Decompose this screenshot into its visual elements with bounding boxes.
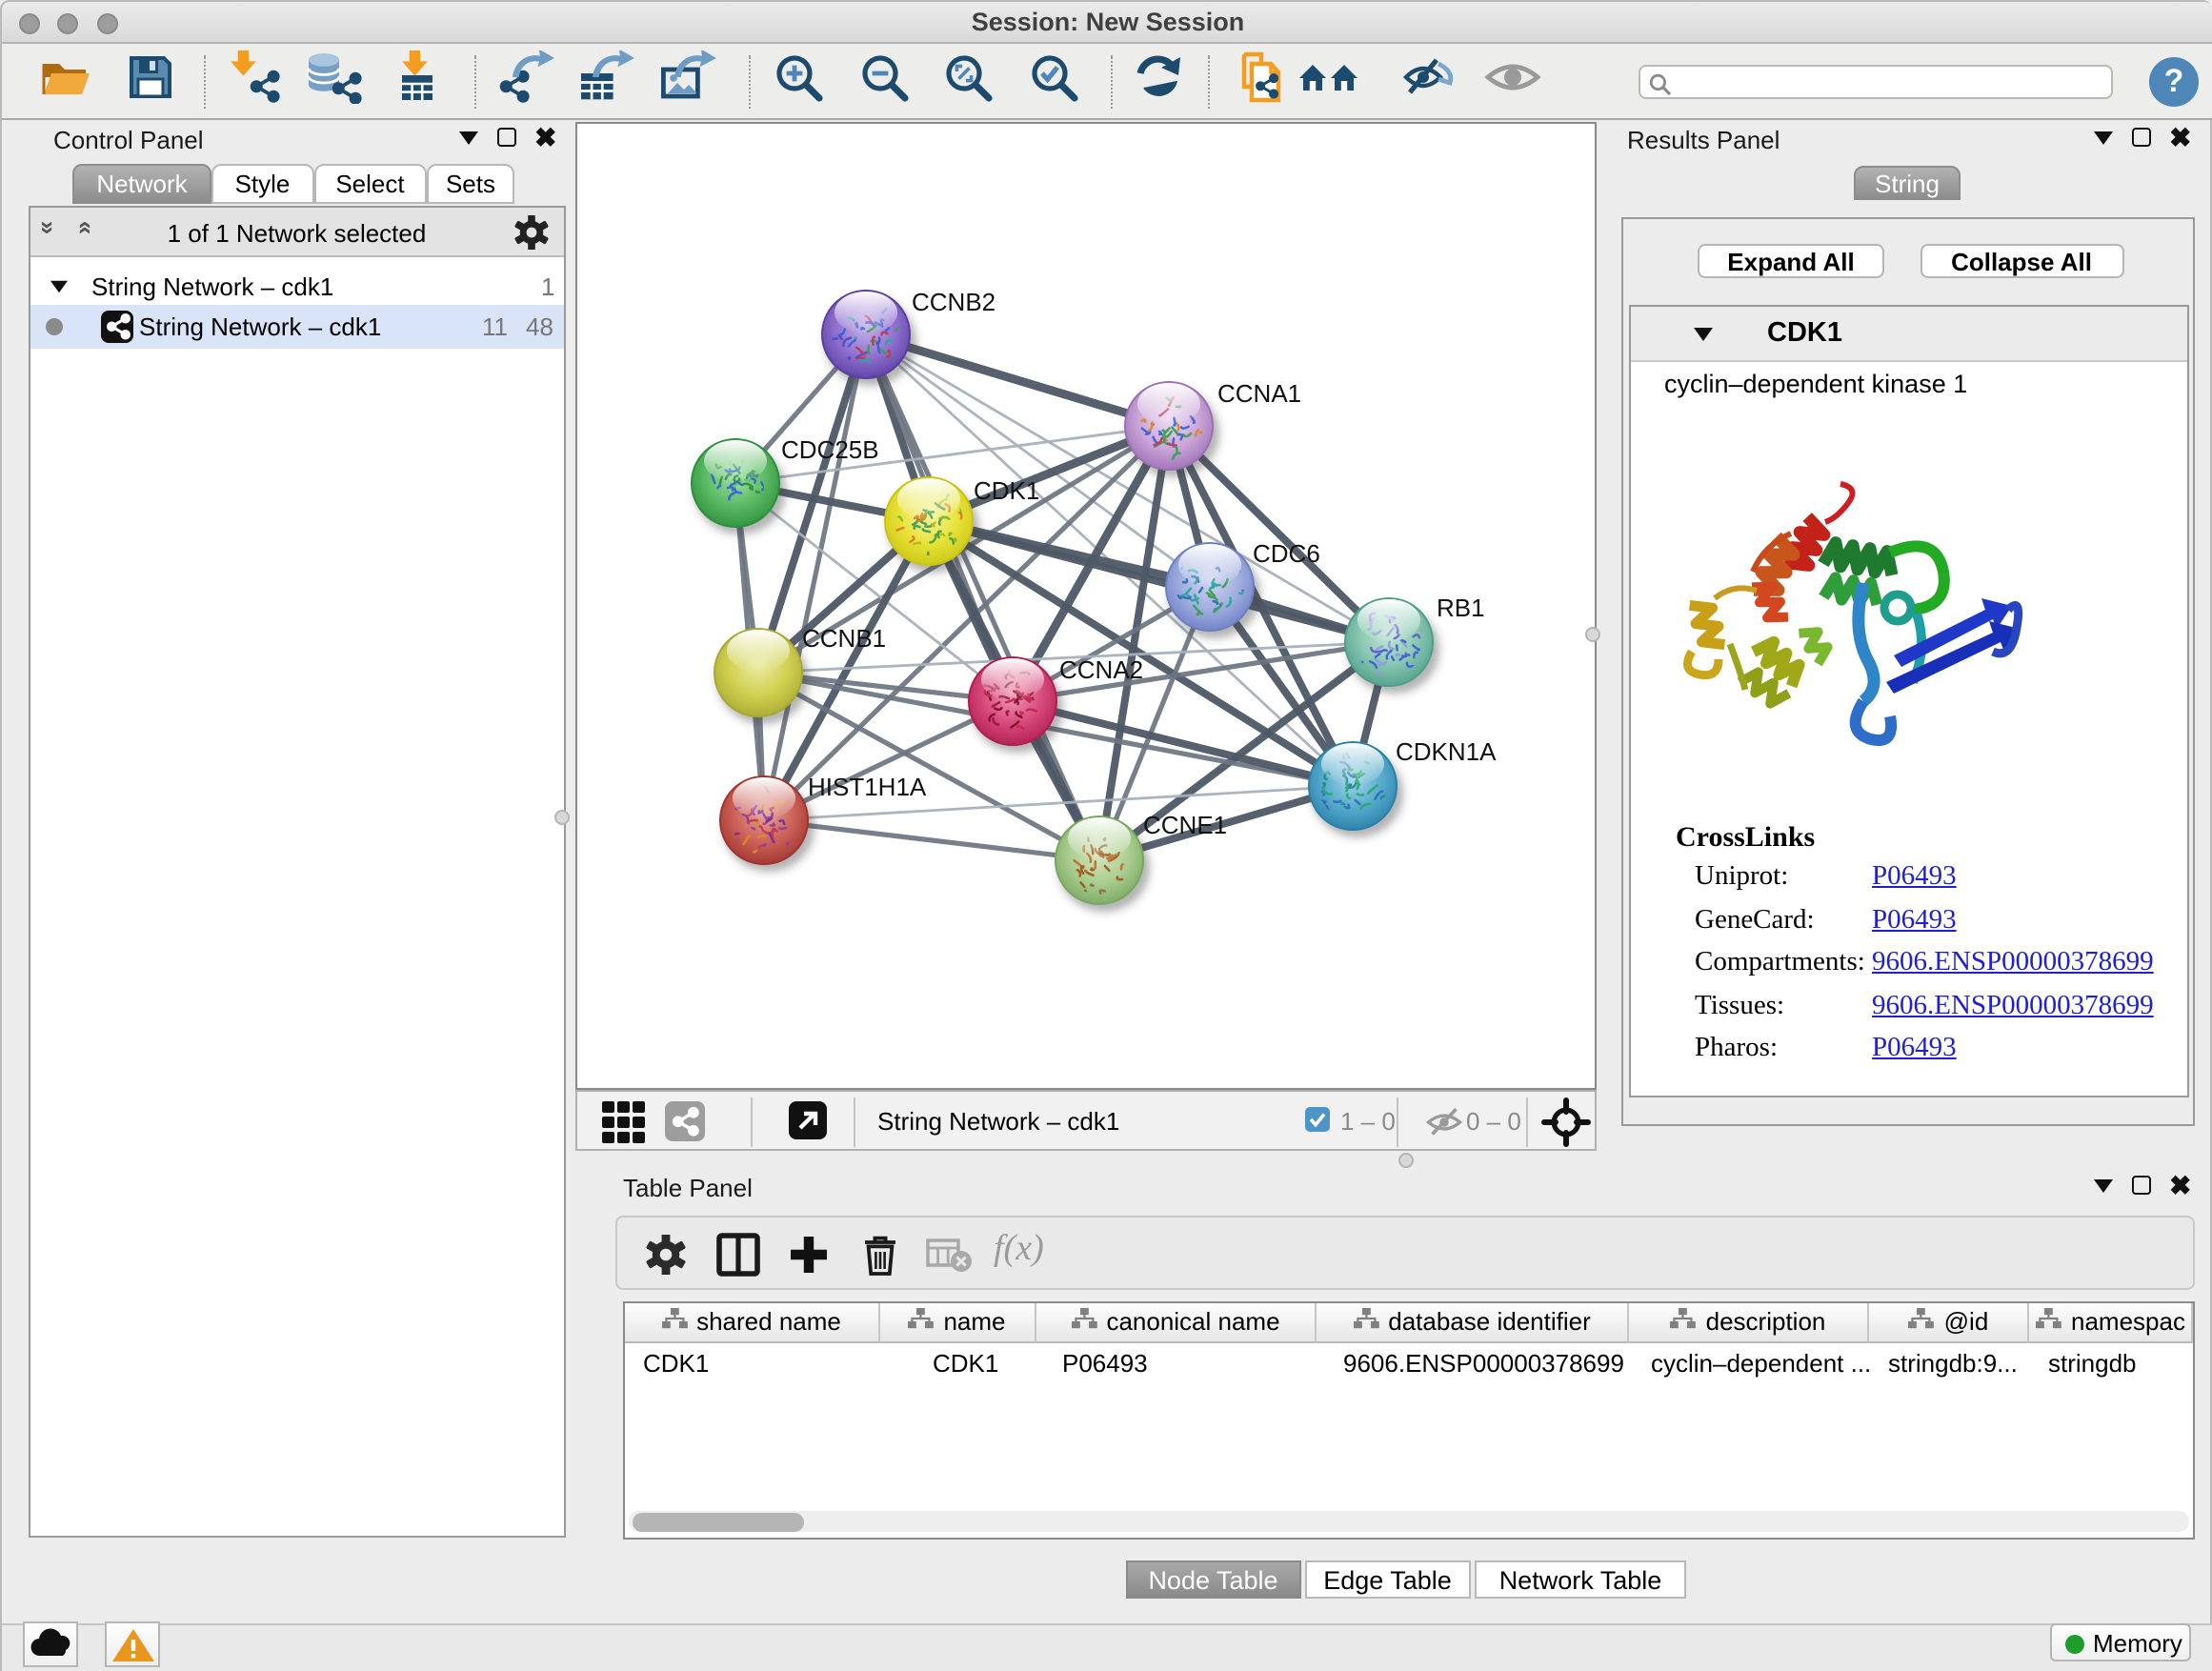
- svg-text:RB1: RB1: [1436, 594, 1484, 622]
- svg-text:CDC25B: CDC25B: [780, 435, 878, 464]
- svg-text:CCNB1: CCNB1: [801, 624, 885, 653]
- svg-text:CDKN1A: CDKN1A: [1395, 737, 1496, 766]
- svg-text:CDC6: CDC6: [1252, 539, 1319, 568]
- svg-text:CCNB2: CCNB2: [911, 288, 995, 316]
- svg-text:CCNA1: CCNA1: [1217, 379, 1300, 408]
- svg-text:CCNE1: CCNE1: [1142, 811, 1226, 839]
- svg-text:HIST1H1A: HIST1H1A: [807, 773, 926, 801]
- svg-text:CCNA2: CCNA2: [1058, 655, 1142, 684]
- svg-text:CDK1: CDK1: [973, 476, 1038, 505]
